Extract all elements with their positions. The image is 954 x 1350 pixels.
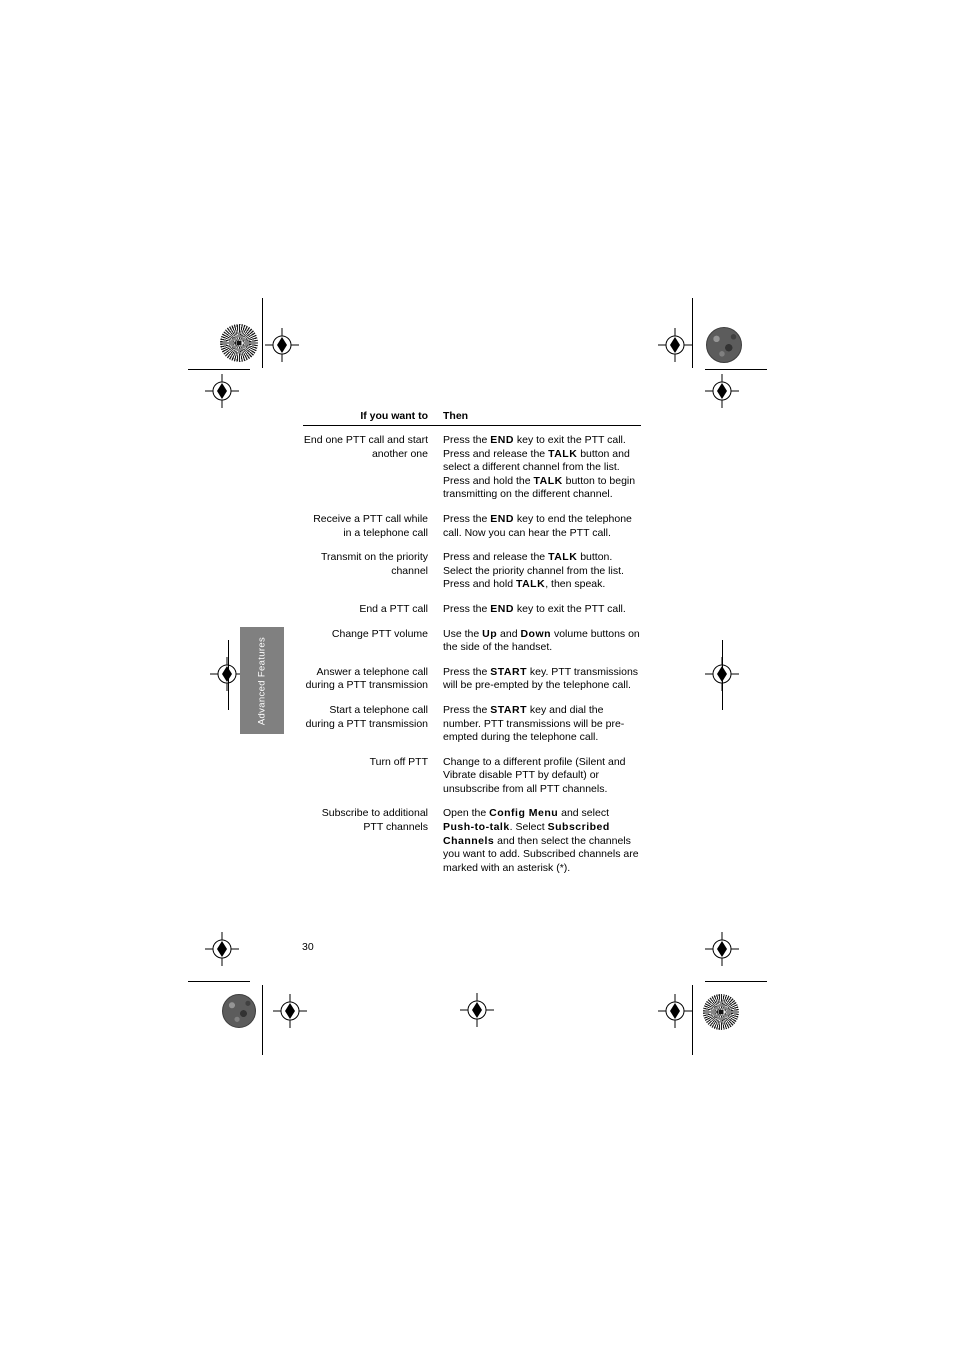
table-cell-action: Press the START key. PTT transmissions w… [443,665,639,692]
table-cell-condition: Answer a telephone call during a PTT tra… [305,665,428,692]
table-cell-action: Press the END key to end the telephone c… [443,512,632,539]
table-cell-spacer [428,513,443,551]
table-cell-spacer [428,603,443,628]
trim-line-horizontal-bottom-left [188,981,250,982]
trim-line-vertical-top-left [262,298,263,368]
table-cell-spacer [428,426,443,513]
table-row: Change PTT volume Use the Up and Down vol… [303,628,641,666]
table-cell-action: Press the END key to exit the PTT call. … [443,434,636,501]
table-cell-condition: End one PTT call and start another one [303,434,428,460]
table-cell-action: Use the Up and Down volume buttons on th… [443,627,640,654]
registration-mark-top-left-inner [265,328,299,362]
registration-mark-bottom-left-lower [273,994,307,1028]
ptt-reference-table-container: If you want to Then End one PTT call and… [303,410,641,886]
table-cell-condition: End a PTT call [359,602,428,615]
table-body: End one PTT call and start another one Pr… [303,426,641,886]
registration-mark-top-left-outer [205,374,239,408]
trim-line-horizontal-top-right [705,369,767,370]
registration-mark-middle-left [210,657,244,691]
table-row: Receive a PTT call while in a telephone … [303,513,641,551]
table-cell-action: Change to a different profile (Silent an… [443,755,626,795]
trim-line-vertical-top-right [692,298,693,368]
column-header-spacer [428,410,443,425]
table-cell-action: Press the START key and dial the number.… [443,703,625,744]
registration-mark-bottom-right-upper [705,932,739,966]
table-row: Subscribe to additional PTT channels Open… [303,807,641,886]
table-row: End one PTT call and start another one Pr… [303,426,641,513]
column-header-action: Then [443,410,469,422]
table-cell-spacer [428,704,443,756]
solid-density-target-bottom-left [222,994,256,1028]
table-cell-spacer [428,551,443,603]
table-cell-condition: Change PTT volume [331,627,428,640]
table-row: End a PTT call Press the END key to exit … [303,603,641,628]
trim-line-horizontal-top-left [188,369,250,370]
chapter-tab-advanced-features: Advanced Features [240,627,284,734]
solid-density-target-top-right [706,327,742,363]
trim-line-vertical-bottom-right [692,985,693,1055]
registration-mark-bottom-center [460,993,494,1027]
table-row: Start a telephone call during a PTT tran… [303,704,641,756]
table-cell-action: Press and release the TALK button. Selec… [443,551,624,591]
trim-line-vertical-bottom-left [262,985,263,1055]
chapter-tab-label: Advanced Features [256,636,268,725]
ptt-reference-table: If you want to Then End one PTT call and… [303,410,641,886]
registration-mark-top-right-outer [705,374,739,408]
table-cell-condition: Subscribe to additional PTT channels [321,807,428,834]
column-header-condition: If you want to [360,410,428,422]
table-cell-spacer [428,807,443,886]
table-row: Transmit on the priority channel Press an… [303,551,641,603]
table-header-row: If you want to Then [303,410,641,425]
trim-line-vertical-middle-right [722,640,723,710]
trim-line-horizontal-bottom-right [705,981,767,982]
trim-line-vertical-middle-left [228,640,229,710]
table-cell-spacer [428,666,443,704]
table-row: Answer a telephone call during a PTT tra… [303,666,641,704]
halftone-star-target-bottom-right [703,994,739,1030]
table-row: Turn off PTT Change to a different profil… [303,756,641,808]
registration-mark-bottom-right-lower [658,994,692,1028]
table-cell-condition: Turn off PTT [369,755,428,768]
table-cell-action: Press the END key to exit the PTT call. [443,602,626,615]
table-cell-condition: Receive a PTT call while in a telephone … [313,512,428,539]
table-cell-action: Open the Config Menu and select Push-to-… [443,807,639,874]
registration-mark-top-right-inner [658,328,692,362]
halftone-star-target-top-left [220,324,258,362]
table-cell-spacer [428,756,443,808]
table-cell-spacer [428,628,443,666]
table-cell-condition: Transmit on the priority channel [321,551,428,577]
table-cell-condition: Start a telephone call during a PTT tran… [305,703,428,730]
page-number: 30 [302,941,314,953]
registration-mark-bottom-left-upper [205,932,239,966]
